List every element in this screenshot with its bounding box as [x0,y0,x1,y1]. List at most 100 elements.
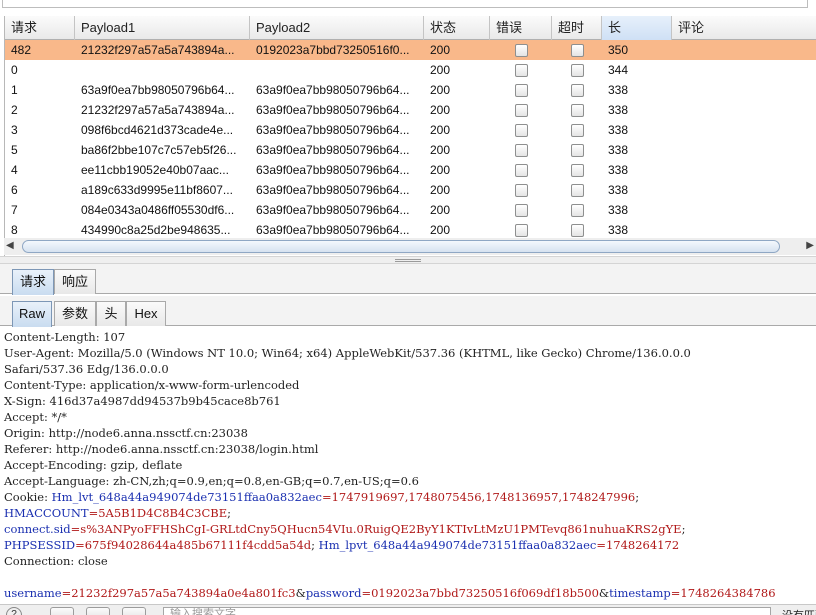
timeout-checkbox[interactable] [570,63,584,77]
col-payload1-header[interactable]: Payload1 [75,16,250,40]
col-timeout-cell [552,200,602,220]
col-payload1-cell: 63a9f0ea7bb98050796b64... [81,83,235,97]
col-timeout-cell [552,80,602,100]
raw-line: Safari/537.36 Edg/136.0.0.0 [4,361,812,377]
timeout-checkbox[interactable] [570,103,584,117]
col-payload1-cell: 084e0343a0486ff05530df6... [81,203,235,217]
col-comment-cell [672,160,816,180]
col-payload1-cell [75,60,250,80]
next-match-button[interactable] [122,607,146,615]
error-checkbox[interactable] [514,203,528,217]
col-comment-cell [672,200,816,220]
raw-line: Referer: http://node6.anna.nssctf.cn:230… [4,441,812,457]
scroll-right-icon[interactable]: ▶ [806,240,814,251]
raw-segment: =1747919697,1748075456,1748136957,174824… [321,490,636,504]
col-status-cell: 200 [430,43,451,57]
raw-segment: username [4,586,62,600]
tab-response[interactable]: 响应 [54,269,96,294]
scroll-thumb[interactable] [22,240,780,253]
table-row[interactable]: 5 ba86f2bbe107c7c57eb5f26... 63a9f0ea7bb98… [5,140,816,160]
error-checkbox[interactable] [514,63,528,77]
col-request-cell: 6 [11,183,18,197]
col-payload2-cell: 63a9f0ea7bb98050796b64... [256,223,410,237]
raw-segment: Hm_lpvt_648a44a949074de73151ffaa0a832aec [318,538,597,552]
col-payload1-cell: 434990c8a25d2be948635... [81,223,231,237]
timeout-checkbox[interactable] [570,83,584,97]
col-payload2-header[interactable]: Payload2 [250,16,424,40]
col-comment-cell [672,140,816,160]
col-error-cell [490,140,552,160]
match-status: 没有匹配 [782,607,816,615]
raw-segment: password [305,586,362,600]
table-row[interactable]: 3 098f6bcd4621d373cade4e... 63a9f0ea7bb980… [5,120,816,140]
raw-segment: ; [311,538,319,552]
horizontal-scrollbar[interactable]: ◀ ▶ [4,238,816,255]
timeout-checkbox[interactable] [570,143,584,157]
col-length-cell: 338 [608,123,629,137]
tab-raw[interactable]: Raw [12,301,52,327]
tab-headers[interactable]: 头 [96,301,126,326]
raw-request-editor[interactable]: Content-Length: 107 User-Agent: Mozilla/5… [0,328,816,606]
tab-hex[interactable]: Hex [126,301,166,326]
search-input[interactable]: 输入搜索文字 [163,607,771,615]
error-checkbox[interactable] [514,83,528,97]
col-status-header[interactable]: 状态 [424,16,490,40]
results-table: 请求 Payload1 Payload2 状态 错误 超时长评论 482 21232f297… [4,16,816,256]
col-comment-cell [672,40,816,60]
scroll-left-icon[interactable]: ◀ [6,240,14,251]
raw-segment: =s%3ANPyoFFHShCgI-GRLtdCny5QHucn54VIu.0R… [70,522,682,536]
timeout-checkbox[interactable] [570,183,584,197]
col-error-cell [490,100,552,120]
raw-line: HMACCOUNT=5A5B1D4C8B4C3CBE; [4,505,812,521]
col-request-header[interactable]: 请求 [5,16,75,40]
add-button[interactable] [86,607,110,615]
table-row[interactable]: 7 084e0343a0486ff05530df6... 63a9f0ea7bb98… [5,200,816,220]
error-checkbox[interactable] [514,143,528,157]
error-checkbox[interactable] [514,43,528,57]
timeout-checkbox[interactable] [570,123,584,137]
table-row[interactable]: 482 21232f297a57a5a743894a... 0192023a7bbd… [5,40,816,60]
pane-splitter[interactable] [0,256,816,264]
table-row[interactable]: 2 21232f297a57a5a743894a... 63a9f0ea7bb980… [5,100,816,120]
raw-line: Accept-Encoding: gzip, deflate [4,457,812,473]
col-timeout-cell [552,180,602,200]
error-checkbox[interactable] [514,223,528,237]
col-timeout-cell [552,100,602,120]
raw-segment: Content-Type: application/x-www-form-url… [4,378,300,392]
tab-request[interactable]: 请求 [12,269,54,295]
raw-segment: X-Sign: 416d37a4987dd94537b9b45cace8b761 [4,394,281,408]
table-row[interactable]: 0 200 344 [5,60,816,80]
tab-params[interactable]: 参数 [54,301,96,326]
table-row[interactable]: 4 ee11cbb19052e40b07aac... 63a9f0ea7bb9805… [5,160,816,180]
col-payload1-cell: 21232f297a57a5a743894a... [81,43,235,57]
col-length-cell: 338 [608,183,629,197]
col-payload2-cell [250,60,424,80]
col-error-cell [490,180,552,200]
timeout-checkbox[interactable] [570,43,584,57]
table-row[interactable]: 8 434990c8a25d2be948635... 63a9f0ea7bb9805… [5,220,816,240]
table-row[interactable]: 1 63a9f0ea7bb98050796b64... 63a9f0ea7bb980… [5,80,816,100]
col-request-cell: 2 [11,103,18,117]
col-error-header[interactable]: 错误 [490,16,552,40]
help-button[interactable]: ? [6,607,22,615]
timeout-checkbox[interactable] [570,163,584,177]
timeout-checkbox[interactable] [570,203,584,217]
error-checkbox[interactable] [514,103,528,117]
col-comment-header[interactable]: 评论 [672,16,816,40]
top-strip [0,0,816,16]
col-error-cell [490,80,552,100]
timeout-checkbox[interactable] [570,223,584,237]
raw-line: Connection: close [4,553,812,569]
prev-match-button[interactable] [50,607,74,615]
col-timeout-header[interactable]: 超时 [552,16,602,40]
col-payload2-cell: 0192023a7bbd73250516f0... [256,43,410,57]
error-checkbox[interactable] [514,183,528,197]
col-timeout-cell [552,60,602,80]
col-length-header[interactable]: 长 [602,16,672,40]
col-payload1-cell: 21232f297a57a5a743894a... [81,103,235,117]
error-checkbox[interactable] [514,123,528,137]
table-row[interactable]: 6 a189c633d9995e11bf8607... 63a9f0ea7bb980… [5,180,816,200]
splitter-grip-icon[interactable] [395,259,421,262]
error-checkbox[interactable] [514,163,528,177]
col-status-cell: 200 [430,83,451,97]
